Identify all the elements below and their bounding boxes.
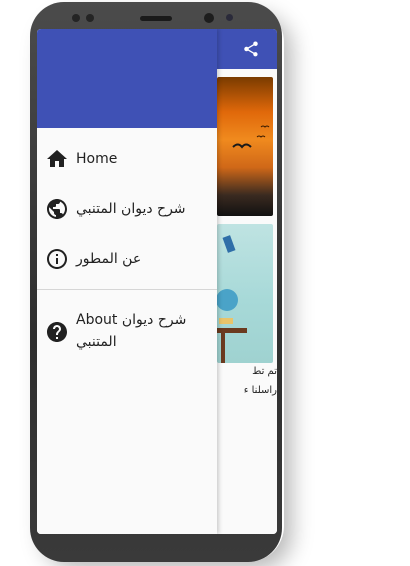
- sunset-image[interactable]: [217, 77, 273, 216]
- drawer-item-about-app[interactable]: About شرح ديوان المتنبي: [37, 309, 217, 355]
- birds-silhouette: [232, 125, 270, 149]
- share-button[interactable]: [239, 37, 263, 61]
- drawer-item-about-developer[interactable]: عن المطور: [37, 247, 217, 271]
- home-icon: [47, 150, 67, 167]
- earpiece-speaker: [140, 16, 172, 21]
- proximity-sensor: [226, 14, 233, 21]
- drawer-divider: [37, 289, 217, 290]
- globe-icon: [47, 199, 67, 219]
- desk-illustration: [216, 235, 247, 363]
- front-camera: [204, 13, 214, 23]
- drawer-item-label: عن المطور: [76, 251, 142, 267]
- info-icon: [47, 249, 67, 269]
- desk-image[interactable]: [216, 224, 273, 363]
- sensor-dot: [86, 14, 94, 22]
- drawer-item-diwan[interactable]: شرح ديوان المتنبي: [37, 197, 217, 221]
- drawer-item-label: Home: [76, 151, 118, 167]
- drawer-header: [37, 29, 217, 128]
- drawer-item-label: شرح ديوان المتنبي: [76, 201, 186, 217]
- drawer-item-home[interactable]: Home: [37, 147, 217, 171]
- drawer-item-label: About شرح ديوان المتنبي: [76, 312, 187, 350]
- content-snippet: تم تط: [252, 366, 277, 377]
- content-snippet: راسلنا ء: [243, 385, 277, 396]
- navigation-drawer: Home شرح ديوان المتنبي عن المطور About ش…: [37, 29, 217, 534]
- sensor-dot: [72, 14, 80, 22]
- share-icon: [244, 41, 258, 57]
- help-icon: [47, 322, 67, 342]
- phone-screen: تم تط راسلنا ء Home شرح ديوان المتنبي عن…: [37, 29, 277, 534]
